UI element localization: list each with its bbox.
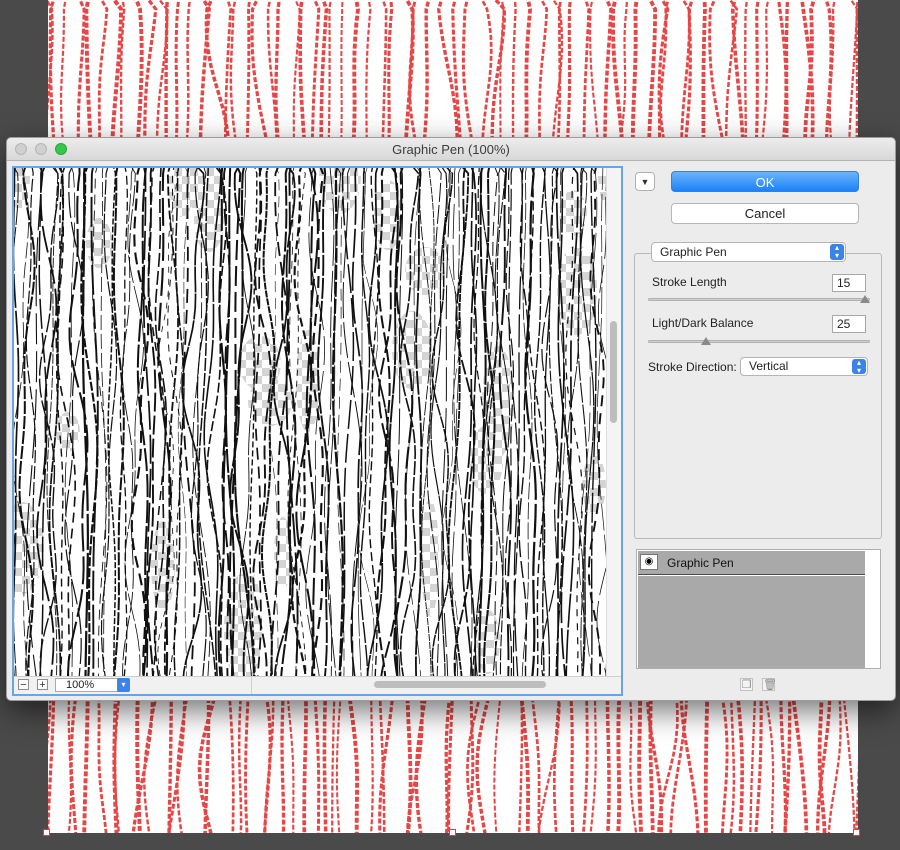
- light-dark-balance-field[interactable]: 25: [832, 315, 866, 333]
- stroke-length-label: Stroke Length: [652, 275, 727, 289]
- dialog-titlebar: Graphic Pen (100%): [7, 138, 895, 161]
- stroke-length-field[interactable]: 15: [832, 274, 866, 292]
- filter-select[interactable]: Graphic Pen ▴ ▾: [651, 242, 846, 262]
- trash-icon[interactable]: 🗑: [762, 678, 777, 691]
- selection-handle[interactable]: [43, 829, 50, 836]
- effect-layers-panel: ◉ Graphic Pen: [636, 549, 881, 669]
- zoom-level-field[interactable]: 100%: [55, 678, 126, 692]
- stroke-direction-value: Vertical: [749, 359, 789, 373]
- preview-vertical-scrollbar[interactable]: [606, 168, 621, 677]
- collapse-chevron-icon[interactable]: ▼: [635, 172, 655, 191]
- ok-button[interactable]: OK: [671, 171, 859, 192]
- vertical-scroll-thumb[interactable]: [610, 321, 617, 423]
- effect-layer-name: Graphic Pen: [667, 556, 734, 570]
- cancel-button[interactable]: Cancel: [671, 203, 859, 224]
- filter-select-value: Graphic Pen: [660, 245, 727, 259]
- zoom-dropdown-chevron-icon[interactable]: ▾: [117, 678, 130, 692]
- wood-texture-preview: [14, 168, 607, 677]
- filter-settings-group: [634, 253, 882, 539]
- stroke-direction-label: Stroke Direction:: [648, 360, 737, 374]
- filter-preview[interactable]: − + 100% ▾: [12, 166, 623, 696]
- dialog-title: Graphic Pen (100%): [392, 142, 510, 157]
- stroke-length-slider[interactable]: [648, 298, 870, 301]
- preview-canvas[interactable]: [14, 168, 607, 677]
- layers-empty-area: [638, 576, 865, 668]
- light-dark-balance-label: Light/Dark Balance: [652, 316, 754, 330]
- light-dark-balance-slider-knob[interactable]: [701, 337, 711, 345]
- preview-bottom-bar: − + 100% ▾: [14, 676, 621, 694]
- updown-arrows-icon: ▴ ▾: [830, 244, 844, 260]
- bar-divider: [251, 677, 252, 694]
- light-dark-balance-slider[interactable]: [648, 340, 870, 343]
- zoom-out-button[interactable]: −: [18, 679, 29, 691]
- selection-handle[interactable]: [853, 829, 860, 836]
- new-effect-layer-icon[interactable]: ❐: [740, 678, 753, 691]
- graphic-pen-dialog: Graphic Pen (100%) − + 100% ▾ ▼ OK Cance…: [6, 137, 896, 701]
- stroke-length-slider-knob[interactable]: [860, 295, 870, 303]
- updown-arrows-icon: ▴ ▾: [852, 359, 866, 375]
- horizontal-scroll-thumb[interactable]: [374, 681, 546, 688]
- selection-handle[interactable]: [449, 829, 456, 836]
- zoom-in-button[interactable]: +: [37, 679, 48, 691]
- stroke-direction-select[interactable]: Vertical ▴ ▾: [740, 357, 868, 376]
- eye-icon[interactable]: ◉: [640, 554, 658, 570]
- effect-layer-row[interactable]: ◉ Graphic Pen: [638, 551, 865, 575]
